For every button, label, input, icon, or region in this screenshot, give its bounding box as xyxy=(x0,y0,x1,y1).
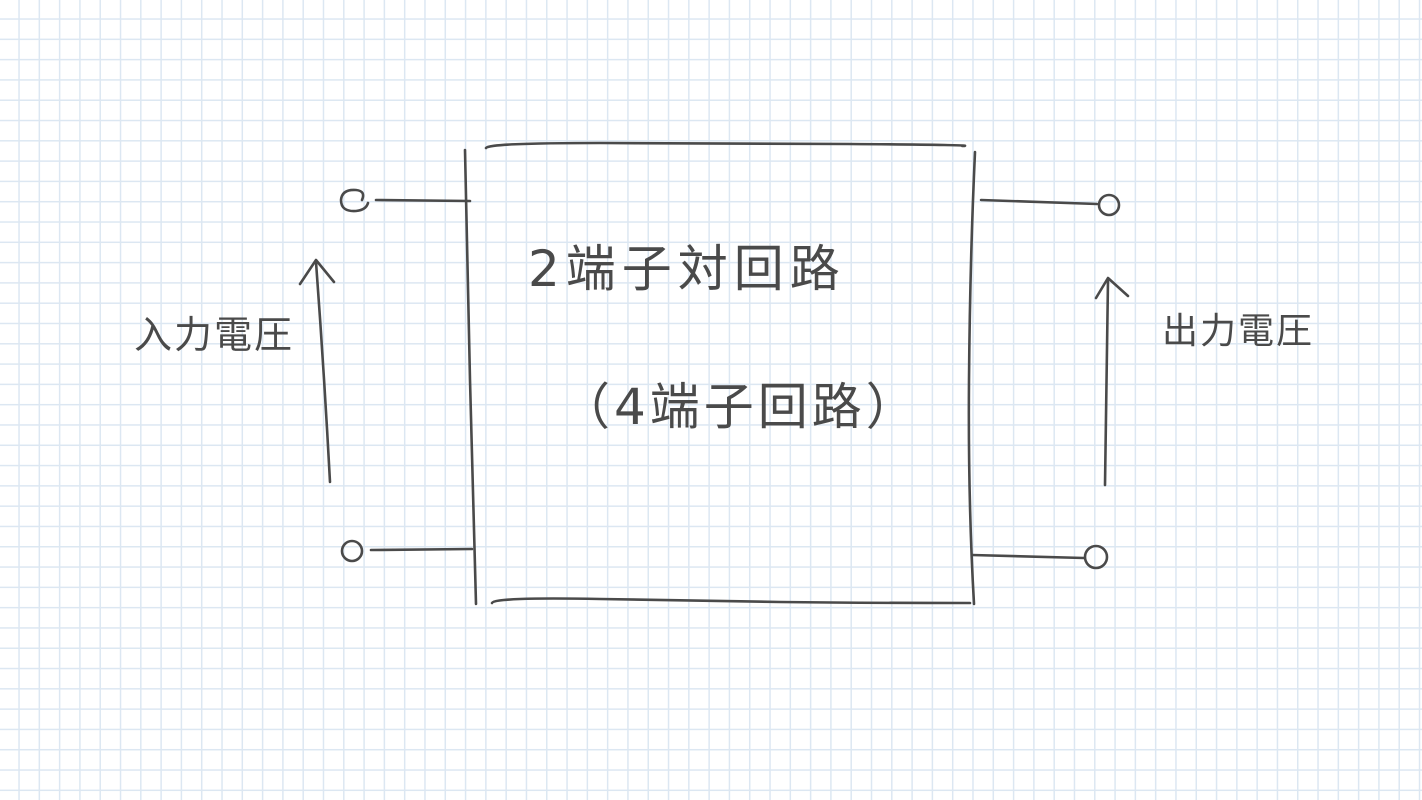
output-voltage-label: 出力電圧 xyxy=(1162,311,1315,352)
input-voltage-arrow xyxy=(314,260,332,484)
diagram-title: 2端子対回路 xyxy=(528,240,846,298)
output-wire-bottom xyxy=(970,553,1086,560)
output-terminal-bottom xyxy=(1083,544,1109,570)
output-terminal-top xyxy=(1097,193,1121,217)
output-voltage-arrow xyxy=(1103,278,1110,487)
diagram-subtitle: （4端子回路） xyxy=(560,378,920,436)
input-wire-bottom xyxy=(369,547,474,552)
input-voltage-label: 入力電圧 xyxy=(134,313,295,357)
output-port xyxy=(970,193,1130,570)
box-top-edge xyxy=(484,141,967,150)
box-bottom-edge xyxy=(490,597,972,605)
box-left-edge xyxy=(463,148,478,606)
input-terminal-top xyxy=(339,188,370,213)
output-voltage-arrowhead xyxy=(1094,276,1130,300)
input-terminal-bottom xyxy=(340,539,364,563)
output-wire-top xyxy=(979,198,1099,206)
input-wire-top xyxy=(374,198,472,203)
input-port xyxy=(298,188,474,563)
network-box xyxy=(463,141,977,606)
graph-paper-canvas: 2端子対回路 （4端子回路） 入力電圧 出力電圧 xyxy=(0,0,1422,800)
box-right-edge xyxy=(967,150,977,606)
